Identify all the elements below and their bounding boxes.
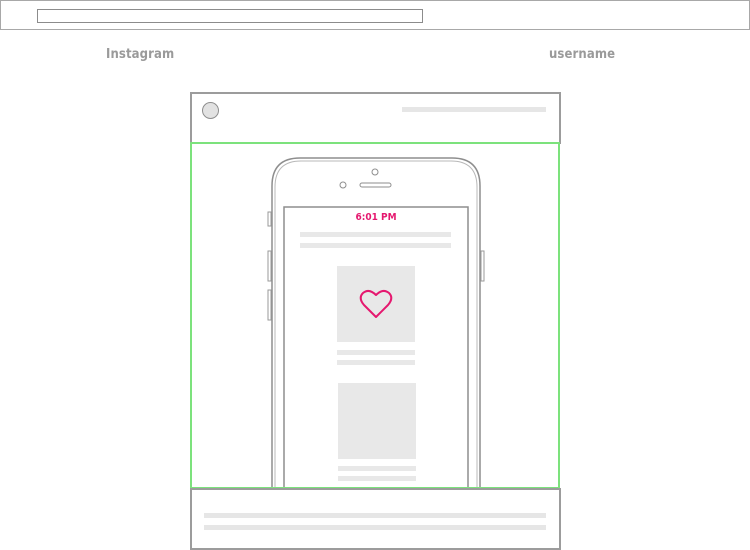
screen-card-image	[338, 383, 416, 459]
phone-sensor-icon	[339, 181, 347, 189]
screen-caption-line	[338, 466, 416, 471]
screen-text-line	[300, 232, 451, 237]
caption-placeholder	[204, 525, 546, 530]
phone-illustration: 6:01 PM	[267, 157, 485, 487]
post-header	[190, 92, 561, 144]
phone-mute-switch	[267, 211, 272, 227]
username-label[interactable]: username	[549, 47, 615, 62]
screen-caption-line	[337, 350, 415, 355]
header-text-placeholder	[402, 107, 546, 112]
post-image[interactable]: 6:01 PM	[190, 142, 560, 489]
caption-placeholder	[204, 513, 546, 518]
screen-card-image	[337, 266, 415, 342]
screen-caption-line	[337, 360, 415, 365]
screen-caption-line	[338, 476, 416, 481]
status-time: 6:01 PM	[355, 212, 396, 223]
phone-volume-down	[267, 289, 272, 321]
url-field[interactable]	[37, 9, 423, 23]
phone-speaker-icon	[359, 182, 392, 188]
phone-power-button	[480, 250, 485, 282]
phone-volume-up	[267, 250, 272, 282]
post-footer	[190, 488, 561, 550]
phone-camera-icon	[371, 168, 379, 176]
site-name-label: Instagram	[106, 47, 175, 62]
avatar[interactable]	[202, 102, 219, 119]
screen-text-line	[300, 243, 451, 248]
top-bar	[0, 0, 750, 30]
